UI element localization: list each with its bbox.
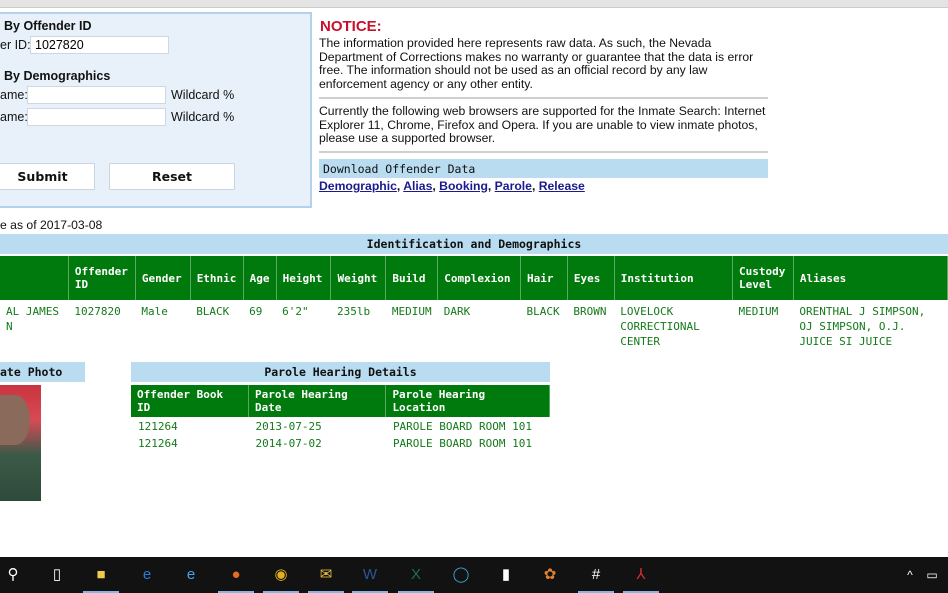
table-cell: BLACK — [526, 305, 560, 318]
table-cell: 121264 — [138, 420, 178, 433]
offender-id-input[interactable] — [30, 36, 169, 54]
column-header: Offender ID — [68, 256, 136, 300]
table-cell: MEDIUM — [391, 305, 432, 318]
edge-icon[interactable]: e — [138, 566, 156, 584]
chrome-icon[interactable]: ◉ — [272, 566, 290, 584]
download-alias-link[interactable]: Alias — [403, 179, 432, 193]
column-header: Weight — [330, 256, 387, 300]
column-header: Parole Hearing Location — [385, 385, 550, 417]
blank-document-icon[interactable]: ▮ — [497, 566, 515, 584]
name-input-2[interactable] — [27, 108, 166, 126]
table-cell: 2014-07-02 — [255, 437, 322, 450]
table-cell: PAROLE BOARD ROOM 101 — [392, 420, 533, 433]
task-view-icon[interactable]: ▯ — [48, 566, 66, 584]
download-links: Demographic, Alias, Booking, Parole, Rel… — [319, 179, 585, 193]
chevron-up-icon[interactable]: ^ — [901, 566, 919, 584]
table-cell: AL JAMES N — [6, 305, 59, 333]
circle-app-icon[interactable]: ◯ — [452, 566, 470, 584]
divider — [319, 97, 768, 99]
notice-title: NOTICE: — [320, 18, 382, 35]
hash-app-icon[interactable]: # — [587, 566, 605, 584]
table-row: 121264 2014-07-02 PAROLE BOARD ROOM 101 — [131, 434, 550, 451]
table-row: AL JAMES N 1027820 Male BLACK 69 6'2" 235lb MED… — [0, 300, 948, 353]
browser-support-notice: Currently the following web browsers are… — [319, 104, 766, 145]
column-header: Offender Book ID — [131, 385, 250, 417]
wildcard-hint-2: Wildcard % — [171, 110, 235, 124]
taskbar: ⚲ ▯ ■ e e ● ◉ ✉ W X ◯ ▮ ✿ # ⅄ ^ ▭ — [0, 557, 948, 593]
table-cell: DARK — [443, 305, 471, 318]
wildcard-hint-1: Wildcard % — [171, 88, 235, 102]
column-header: Gender — [135, 256, 191, 300]
download-parole-link[interactable]: Parole — [495, 179, 532, 193]
table-cell: ORENTHAL J SIMPSON, OJ SIMPSON, O.J. JUI… — [799, 305, 926, 348]
table-header-row: Offender Book ID Parole Hearing Date Parol… — [131, 385, 550, 417]
demographics-title: Identification and Demographics — [0, 234, 948, 254]
download-demographic-link[interactable]: Demographic — [319, 179, 397, 193]
inmate-photo-face — [0, 395, 30, 445]
table-cell: MEDIUM — [738, 305, 779, 318]
parole-title: Parole Hearing Details — [131, 362, 550, 382]
column-header: Eyes — [567, 256, 615, 300]
table-cell: PAROLE BOARD ROOM 101 — [392, 437, 533, 450]
excel-icon[interactable]: X — [407, 566, 425, 584]
notice-disclaimer: The information provided here represents… — [319, 36, 754, 91]
offender-id-label: er ID: — [0, 38, 31, 52]
table-cell: 2013-07-25 — [255, 420, 322, 433]
parole-table: Offender Book ID Parole Hearing Date Parol… — [131, 385, 550, 451]
inmate-photo-title: ate Photo — [0, 362, 85, 382]
table-cell: 6'2" — [282, 305, 309, 318]
table-cell: 1027820 — [74, 305, 121, 318]
acrobat-icon[interactable]: ⅄ — [632, 566, 650, 584]
search-icon[interactable]: ⚲ — [4, 566, 22, 584]
search-by-id-title: By Offender ID — [4, 19, 92, 33]
table-cell: 69 — [249, 305, 263, 318]
demographics-table: Offender ID Gender Ethnic Age Height Weight Bu… — [0, 256, 948, 353]
search-by-demographics-title: By Demographics — [4, 69, 111, 83]
column-header — [0, 256, 69, 300]
column-header: Institution — [614, 256, 733, 300]
table-cell: 235lb — [336, 305, 371, 318]
name-label-1: ame: — [0, 88, 28, 102]
firefox-icon[interactable]: ● — [227, 566, 245, 584]
column-header: Build — [385, 256, 439, 300]
table-cell: BROWN — [573, 305, 607, 318]
column-header: Height — [276, 256, 332, 300]
table-cell: 121264 — [138, 437, 178, 450]
table-row: 121264 2013-07-25 PAROLE BOARD ROOM 101 — [131, 417, 550, 434]
table-cell: BLACK — [196, 305, 230, 318]
download-data-title: Download Offender Data — [319, 159, 768, 178]
table-header-row: Offender ID Gender Ethnic Age Height Weight Bu… — [0, 256, 948, 300]
name-label-2: ame: — [0, 110, 28, 124]
table-cell: Male — [141, 305, 168, 318]
column-header: Aliases — [793, 256, 948, 300]
column-header: Age — [243, 256, 277, 300]
paw-app-icon[interactable]: ✿ — [541, 566, 559, 584]
download-release-link[interactable]: Release — [539, 179, 585, 193]
column-header: Custody Level — [732, 256, 794, 300]
column-header: Parole Hearing Date — [248, 385, 387, 417]
battery-icon[interactable]: ▭ — [923, 566, 941, 584]
submit-button[interactable]: Submit — [0, 163, 95, 190]
file-explorer-icon[interactable]: ■ — [92, 566, 110, 584]
name-input-1[interactable] — [27, 86, 166, 104]
browser-top-edge — [0, 0, 948, 8]
column-header: Complexion — [437, 256, 522, 300]
column-header: Ethnic — [190, 256, 244, 300]
table-cell: LOVELOCK CORRECTIONAL CENTER — [620, 305, 700, 348]
internet-explorer-icon[interactable]: e — [182, 566, 200, 584]
download-booking-link[interactable]: Booking — [439, 179, 488, 193]
reset-button[interactable]: Reset — [109, 163, 235, 190]
divider — [319, 151, 768, 153]
mail-icon[interactable]: ✉ — [317, 566, 335, 584]
column-header: Hair — [520, 256, 568, 300]
word-icon[interactable]: W — [361, 566, 379, 584]
data-as-of-date: e as of 2017-03-08 — [0, 218, 103, 232]
